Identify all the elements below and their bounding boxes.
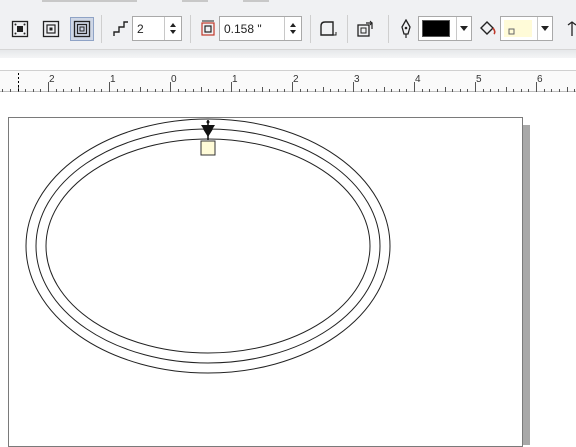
spin-down-icon[interactable] [170,30,176,34]
toolbar-shadow [0,50,576,58]
more-options-button[interactable] [560,17,576,41]
fill-bucket-icon [480,21,496,35]
contour-ellipse-drawing[interactable] [0,92,576,439]
contour-corners-button[interactable] [316,17,340,41]
ruler-label: 4 [415,74,421,85]
toolbar-top-edge [182,0,208,2]
fill-color-dropdown[interactable] [537,17,552,40]
spin-down-icon[interactable] [290,30,296,34]
ruler-label: 3 [354,74,360,85]
contour-color-acceleration-icon [357,20,373,37]
spin-up-icon[interactable] [170,23,176,27]
spin-up-icon[interactable] [290,23,296,27]
property-bar: 2 0.158 " [0,0,576,50]
contour-end-handle[interactable] [200,140,216,156]
contour-offset-value[interactable]: 0.158 " [220,22,284,36]
ruler-label: 2 [293,74,299,85]
toolbar-separator [101,15,102,43]
contour-steps-value[interactable]: 2 [133,22,164,36]
outline-color-swatch[interactable] [422,20,450,37]
outline-pen-icon-holder [394,17,418,41]
fill-bucket-icon-holder [476,17,500,41]
ruler-ticks: 2 1 0 1 2 3 4 5 6 [2,73,575,92]
chevron-down-icon[interactable] [541,26,549,31]
ruler-label: 5 [476,74,482,85]
toolbar-top-edge [42,0,137,2]
contour-direction-marker-icon[interactable] [201,120,215,140]
contour-outside-button[interactable] [70,17,94,41]
outline-color-picker[interactable] [418,16,472,41]
ruler-label: 0 [171,74,177,85]
fill-color-swatch[interactable] [504,20,532,37]
fill-color-picker[interactable] [500,16,553,41]
contour-outside-icon [73,20,91,38]
toolbar-separator [310,15,311,43]
ruler-label: 2 [49,74,55,85]
contour-to-center-icon [11,20,29,38]
overflow-icon [567,21,576,36]
toolbar-separator [190,15,191,43]
offset-spin-arrows[interactable] [284,17,301,40]
chevron-down-icon[interactable] [460,26,468,31]
ruler-label: 1 [232,74,238,85]
contour-to-center-button[interactable] [8,17,32,41]
contour-offset-spinbox[interactable]: 0.158 " [219,16,302,41]
horizontal-ruler[interactable]: 2 1 0 1 2 3 4 5 6 [0,70,576,92]
steps-spin-arrows[interactable] [164,17,181,40]
outline-pen-icon [401,19,411,38]
contour-offset-icon [201,20,215,36]
outline-color-dropdown[interactable] [456,17,471,40]
toolbar-separator [388,15,389,43]
ellipse-original[interactable] [45,138,371,354]
contour-middle-ring[interactable] [35,128,381,364]
contour-color-acceleration-button[interactable] [354,17,378,41]
contour-corners-icon [320,21,337,36]
small-square-icon [508,28,515,35]
ruler-label: 6 [537,74,543,85]
contour-steps-icon [113,21,128,36]
toolbar-top-edge [243,0,269,2]
contour-steps-icon-holder [109,17,133,41]
toolbar-separator [347,15,348,43]
contour-offset-icon-holder [196,17,220,41]
contour-inside-button[interactable] [39,17,63,41]
ruler-label: 1 [110,74,116,85]
contour-inside-icon [42,20,60,38]
contour-steps-spinbox[interactable]: 2 [132,16,182,41]
contour-outer-ring[interactable] [25,118,391,374]
